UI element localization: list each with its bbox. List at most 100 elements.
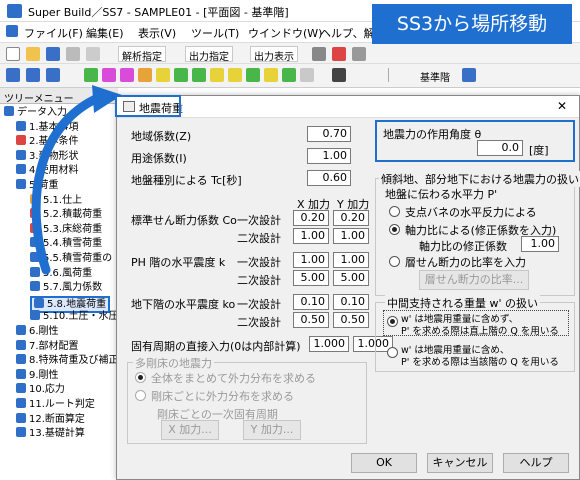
ug-secondary-label: 二次設計 xyxy=(237,316,281,329)
mid-opt1-radio[interactable] xyxy=(387,316,398,327)
slab-icon[interactable] xyxy=(138,68,152,82)
save-icon[interactable] xyxy=(46,47,60,61)
co-label: 標準せん断力係数 Co xyxy=(131,214,237,227)
opening-icon[interactable] xyxy=(210,68,224,82)
dialog-title-highlight xyxy=(115,95,181,117)
co-y1-field[interactable]: 0.20 xyxy=(333,210,369,226)
grid-icon[interactable] xyxy=(300,68,314,82)
soil-tc-label: 地盤種別による Tc[秒] xyxy=(131,174,242,187)
list-icon[interactable] xyxy=(312,47,326,61)
menu-file[interactable]: ファイル(F) xyxy=(24,25,83,41)
node-icon[interactable] xyxy=(282,68,296,82)
tree-item[interactable]: 5.10.土圧・水圧 xyxy=(30,310,118,323)
floor-label: 基準階 xyxy=(420,73,450,84)
slope-opt2-radio[interactable] xyxy=(389,224,400,235)
frame-view-icon[interactable] xyxy=(26,68,40,82)
ph-y2-field[interactable]: 5.00 xyxy=(333,270,369,286)
ph-x1-field[interactable]: 1.00 xyxy=(293,252,329,268)
y-force-button[interactable]: Y 加力... xyxy=(243,420,301,440)
tree-item-label: 8.特殊荷重及び補正 xyxy=(29,355,118,367)
soil-tc-field[interactable]: 0.60 xyxy=(307,170,351,186)
ug-x2-field[interactable]: 0.50 xyxy=(293,312,329,328)
spring-icon[interactable] xyxy=(246,68,260,82)
beam-icon[interactable] xyxy=(102,68,116,82)
x-force-button[interactable]: X 加力... xyxy=(161,420,219,440)
stop-icon[interactable] xyxy=(332,47,346,61)
ug-x1-field[interactable]: 0.10 xyxy=(293,294,329,310)
tree-item-icon xyxy=(34,297,44,308)
ph-y1-field[interactable]: 1.00 xyxy=(333,252,369,268)
slope-opt1-label: 支点バネの水平反力による xyxy=(405,206,537,219)
output-display-button[interactable]: 出力表示 xyxy=(250,46,298,63)
tree-item-label: 11.ルート判定 xyxy=(29,399,95,410)
co-x2-field[interactable]: 1.00 xyxy=(293,228,329,244)
slope-sub-label: 地盤に伝わる水平力 P' xyxy=(385,188,498,201)
use-factor-field[interactable]: 1.00 xyxy=(307,148,351,164)
menu-tools[interactable]: ツール(T) xyxy=(191,25,239,41)
analysis-settings-button[interactable]: 解析指定 xyxy=(118,46,166,63)
zone-factor-field[interactable]: 0.70 xyxy=(307,126,351,142)
co-secondary-label: 二次設計 xyxy=(237,232,281,245)
plan-view-icon[interactable] xyxy=(6,68,20,82)
co-y2-field[interactable]: 1.00 xyxy=(333,228,369,244)
new-file-icon[interactable] xyxy=(6,47,20,61)
menu-icon[interactable] xyxy=(6,25,18,40)
use-factor-label: 用途係数(I) xyxy=(131,152,187,165)
3d-view-icon[interactable] xyxy=(46,68,60,82)
close-icon[interactable]: ✕ xyxy=(557,99,567,113)
ug-y2-field[interactable]: 0.50 xyxy=(333,312,369,328)
tree-item-icon xyxy=(16,383,26,394)
tree-item[interactable]: 7.部材配置 xyxy=(16,339,79,353)
tree-item[interactable]: 9.剛性 xyxy=(16,368,59,382)
menu-edit[interactable]: 編集(E) xyxy=(86,25,124,41)
ok-button[interactable]: OK xyxy=(351,453,417,473)
footing-icon[interactable] xyxy=(174,68,188,82)
zone-factor-label: 地域係数(Z) xyxy=(131,130,192,143)
tree-item[interactable]: 13.基礎計算 xyxy=(16,427,85,440)
print-icon[interactable] xyxy=(66,47,80,61)
ug-y1-field[interactable]: 0.10 xyxy=(333,294,369,310)
help-button[interactable]: ヘルプ xyxy=(503,453,569,473)
tree-item-label: 6.剛性 xyxy=(29,326,59,337)
wall-icon[interactable] xyxy=(120,68,134,82)
ph-x2-field[interactable]: 5.00 xyxy=(293,270,329,286)
period-x-field[interactable]: 1.000 xyxy=(309,336,349,352)
open-folder-icon[interactable] xyxy=(26,47,40,61)
axial-coef-field[interactable]: 1.00 xyxy=(521,236,559,252)
opt-each-radio[interactable] xyxy=(135,390,146,401)
preview-icon[interactable] xyxy=(86,47,100,61)
tree-item-label: 9.剛性 xyxy=(29,369,59,381)
menu-view[interactable]: 表示(V) xyxy=(138,25,176,41)
menu-window[interactable]: ウインドウ(W) xyxy=(248,25,322,41)
tree-item[interactable]: 12.断面算定 xyxy=(16,412,85,426)
shear-ratio-button[interactable]: 層せん断力の比率... xyxy=(419,270,529,290)
co-x1-field[interactable]: 0.20 xyxy=(293,210,329,226)
slope-opt1-radio[interactable] xyxy=(389,206,400,217)
multi-floor-group-label: 多剛床の地震力 xyxy=(133,355,214,371)
brace-icon[interactable] xyxy=(156,68,170,82)
toolbar-main: 解析指定 出力指定 出力表示 xyxy=(0,42,580,64)
zoom-icon[interactable] xyxy=(462,68,476,82)
tree-item[interactable]: 8.特殊荷重及び補正 xyxy=(16,354,118,367)
tree-item-icon xyxy=(16,164,26,175)
member-icon[interactable] xyxy=(264,68,278,82)
pile-icon[interactable] xyxy=(192,68,206,82)
mid-opt2-radio[interactable] xyxy=(387,347,398,358)
tree-item[interactable]: 11.ルート判定 xyxy=(16,398,95,411)
column-icon[interactable] xyxy=(84,68,98,82)
opt-each-label: 剛床ごとに外力分布を求める xyxy=(151,390,294,403)
load-icon[interactable] xyxy=(228,68,242,82)
output-settings-button[interactable]: 出力指定 xyxy=(185,46,233,63)
angle-field[interactable]: 0.0 xyxy=(477,140,523,156)
opt-all-radio[interactable] xyxy=(135,372,146,383)
tree-item-icon xyxy=(16,354,26,365)
tree-item[interactable]: 6.剛性 xyxy=(16,325,59,338)
layout-icon[interactable] xyxy=(332,68,346,82)
tree-item-icon xyxy=(16,149,26,160)
callout-banner: SS3から場所移動 xyxy=(372,4,572,44)
cancel-button[interactable]: キャンセル xyxy=(427,453,493,473)
tree-item[interactable]: 10.応力 xyxy=(16,383,65,396)
tree-item-icon xyxy=(16,427,26,438)
slope-opt3-radio[interactable] xyxy=(389,256,400,267)
table-icon[interactable] xyxy=(352,47,366,61)
